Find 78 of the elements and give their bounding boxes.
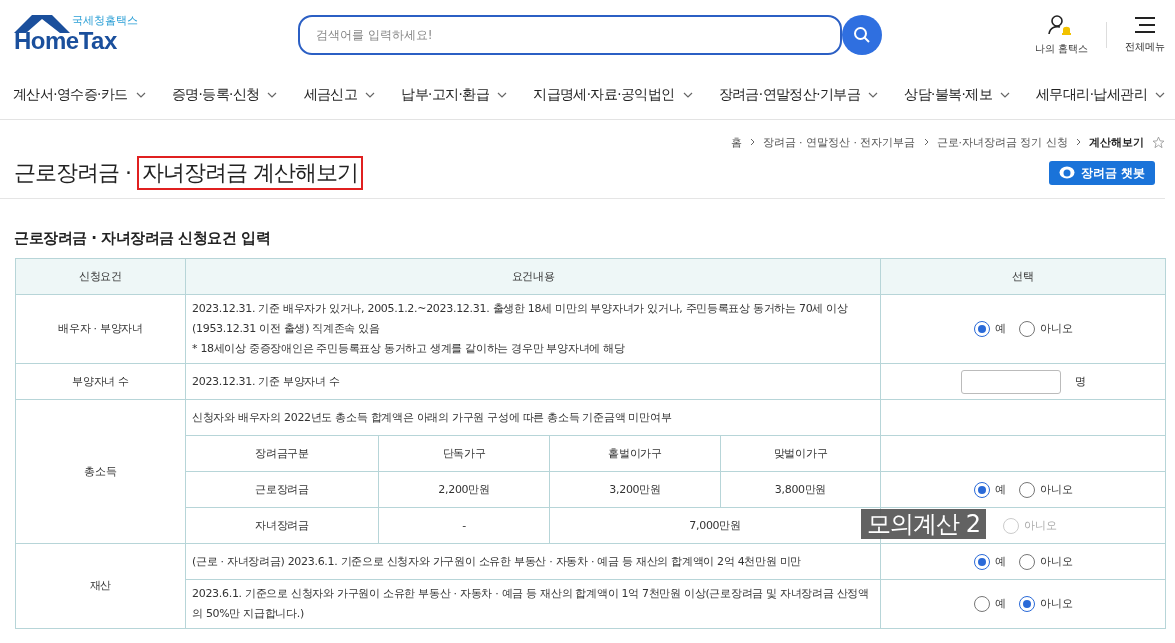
table-cell: - — [378, 507, 550, 544]
breadcrumb-link[interactable]: 계산해보기 — [1089, 134, 1144, 150]
chevron-down-icon — [497, 91, 508, 98]
table-cell: 총소득 — [15, 399, 186, 544]
table-cell: 3,800만원 — [720, 471, 881, 508]
highlighted-title: 자녀장려금 계산해보기 — [137, 156, 363, 190]
nav-menu-item[interactable]: 증명·등록·신청 — [171, 85, 278, 104]
breadcrumb-link[interactable]: 장려금 · 연말정산 · 전자기부금 — [762, 134, 916, 150]
logo-subtitle: 국세청홈택스 — [72, 13, 138, 28]
my-hometax-button[interactable]: 나의 홈택스 — [1034, 14, 1088, 56]
chevron-down-icon — [365, 91, 376, 98]
nav-menu-item[interactable]: 세무대리·납세관리 — [1036, 85, 1165, 104]
table-cell: 2,200만원 — [378, 471, 550, 508]
radio-button[interactable] — [1019, 321, 1036, 337]
section-title: 근로장려금 · 자녀장려금 신청요건 입력 — [14, 229, 272, 248]
table-cell: 근로장려금 — [185, 471, 379, 508]
radio-option[interactable]: 아니오 — [1019, 551, 1073, 572]
radio-button[interactable] — [1019, 596, 1036, 612]
radio-button[interactable] — [973, 321, 990, 337]
table-cell: 장려금구분 — [185, 435, 379, 472]
star-icon[interactable] — [1152, 135, 1165, 149]
chatbot-icon — [1059, 166, 1075, 180]
column-header: 요건내용 — [185, 258, 881, 295]
breadcrumb-link[interactable]: 근로·자녀장려금 정기 신청 — [936, 134, 1068, 150]
nav-menu-item[interactable]: 납부·고지·환급 — [401, 85, 508, 104]
chevron-down-icon — [267, 91, 278, 98]
radio-button[interactable] — [1019, 481, 1036, 498]
chevron-down-icon — [868, 91, 879, 98]
table-cell: 2023.12.31. 기준 배우자가 있거나, 2005.1.2.~2023.12.31. 출생한 18세 미만의 부양자녀가 있거나, 주민등록표상 동거하는 70세 이상(1953.12.31 이전 출생) 직계존속 있음 * 18세이상 중증장애인은 주민등록표상 동거하고 생계를 같이하는 경우만 부양자녀에 해당 — [185, 294, 881, 364]
unit-label: 명 — [1074, 373, 1086, 390]
radio-option[interactable]: 예 — [973, 594, 1006, 614]
chevron-down-icon — [135, 91, 146, 98]
annotation-label: 모의계산 2 — [861, 509, 986, 539]
search-icon — [853, 26, 871, 44]
full-menu-button[interactable]: 전체메뉴 — [1125, 16, 1165, 54]
table-cell: (근로 · 자녀장려금) 2023.6.1. 기준으로 신청자와 가구원이 소유한 부동산 · 자동차 · 예금 등 재산의 합계액이 2억 4천만원 미만 — [185, 543, 881, 580]
table-cell: 2023.6.1. 기준으로 신청자와 가구원이 소유한 부동산 · 자동차 · 예금 등 재산의 합계액이 1억 7천만원 이상(근로장려금 및 자녀장려금 산정액의 50%만 지급합니다.) — [185, 579, 881, 629]
column-header: 신청요건 — [15, 258, 186, 295]
radio-button[interactable] — [973, 553, 990, 570]
table-cell: 자녀장려금 — [185, 507, 379, 544]
chevron-right-icon — [1076, 138, 1081, 146]
table-cell: 단독가구 — [378, 435, 550, 472]
chatbot-button[interactable]: 장려금 챗봇 — [1049, 161, 1155, 185]
chevron-down-icon — [682, 91, 693, 98]
logo-name[interactable]: HomeTax — [14, 27, 117, 55]
table-cell: 2023.12.31. 기준 부양자녀 수 — [185, 363, 881, 400]
table-cell: 배우자 · 부양자녀 — [15, 294, 186, 364]
radio-option[interactable]: 아니오 — [1019, 594, 1073, 614]
chevron-right-icon — [923, 138, 929, 146]
breadcrumb-link[interactable]: 홈 — [730, 134, 742, 150]
radio-option[interactable]: 예 — [973, 319, 1006, 339]
page-title: 근로장려금 · — [14, 159, 131, 187]
chevron-right-icon — [749, 138, 755, 146]
table-cell: 재산 — [15, 543, 186, 629]
nav-menu-item[interactable]: 장려금·연말정산·기부금 — [718, 85, 879, 104]
chevron-down-icon — [999, 91, 1010, 98]
table-cell: 3,200만원 — [549, 471, 721, 508]
nav-menu-item[interactable]: 계산서·영수증·카드 — [13, 85, 146, 104]
column-header: 선택 — [880, 258, 1166, 295]
radio-option[interactable]: 예 — [973, 551, 1006, 572]
table-cell: 맞벌이가구 — [720, 435, 881, 472]
radio-option[interactable]: 예 — [973, 479, 1006, 500]
nav-menu-item[interactable]: 지급명세·자료·공익법인 — [533, 85, 693, 104]
menu-icon — [1134, 16, 1156, 34]
table-cell: 홑벌이가구 — [549, 435, 721, 472]
nav-menu-item[interactable]: 상담·불복·제보 — [904, 85, 1010, 104]
count-field[interactable] — [960, 369, 1061, 394]
nav-menu-item[interactable]: 세금신고 — [303, 85, 376, 104]
radio-option[interactable]: 아니오 — [1019, 319, 1073, 339]
radio-button[interactable] — [973, 481, 990, 498]
radio-button[interactable] — [973, 596, 990, 612]
table-cell: 부양자녀 수 — [15, 363, 186, 400]
table-cell: 신청자와 배우자의 2022년도 총소득 합계액은 아래의 가구원 구성에 따른 총소득 기준금액 미만여부 — [185, 399, 881, 436]
search-button[interactable] — [842, 15, 882, 55]
radio-button[interactable] — [1019, 553, 1036, 570]
search-field[interactable]: 검색어를 입력하세요! — [298, 15, 842, 55]
radio-option[interactable]: 아니오 — [1019, 479, 1073, 500]
chevron-down-icon — [1154, 91, 1165, 98]
